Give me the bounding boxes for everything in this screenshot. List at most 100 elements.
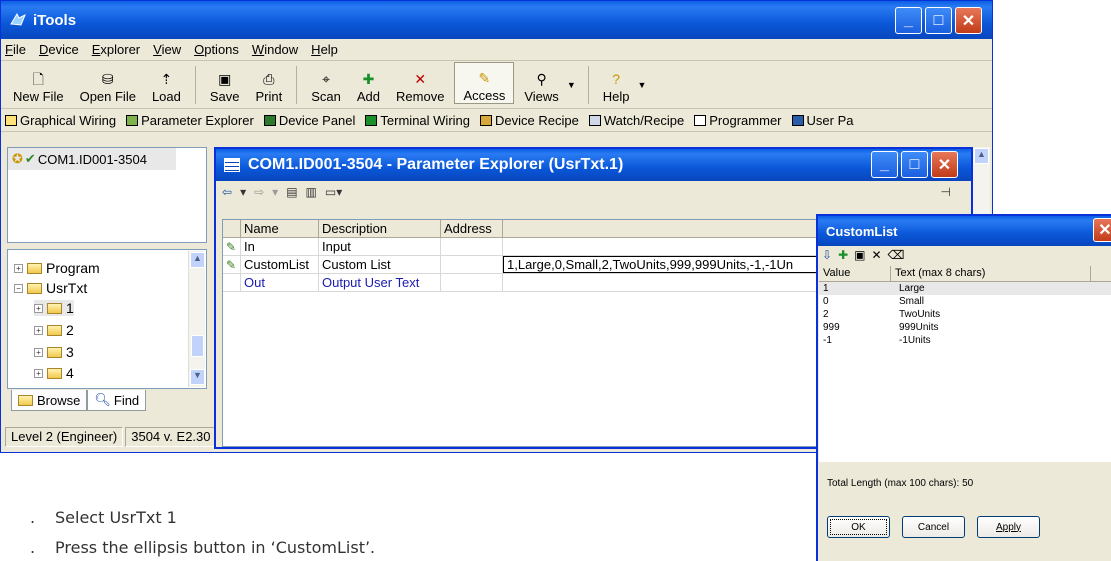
param-description: Input bbox=[319, 238, 441, 256]
help-button[interactable]: ? Help bbox=[595, 62, 638, 104]
tab-find-label: Find bbox=[113, 392, 140, 408]
menu-view[interactable]: View bbox=[153, 42, 181, 57]
list-item[interactable]: -1 -1Units bbox=[819, 334, 1111, 347]
list-item[interactable]: 1 Large bbox=[819, 282, 1111, 295]
expand-icon[interactable]: + bbox=[14, 263, 23, 273]
list-item-text: Small bbox=[899, 296, 925, 307]
column-name[interactable]: Name bbox=[241, 220, 319, 238]
column-value[interactable]: Value bbox=[819, 266, 891, 281]
expand-icon[interactable]: + bbox=[34, 325, 43, 335]
list-item[interactable]: 2 TwoUnits bbox=[819, 308, 1111, 321]
up-folder-icon[interactable]: ▤ bbox=[286, 185, 297, 199]
param-description: Output User Text bbox=[319, 274, 441, 292]
minimize-button[interactable]: _ bbox=[895, 7, 922, 34]
parameter-explorer-icon bbox=[126, 114, 139, 126]
menu-help[interactable]: Help bbox=[311, 42, 338, 57]
pin-icon[interactable]: ⊣ bbox=[941, 185, 951, 199]
menu-options[interactable]: Options bbox=[194, 42, 239, 57]
terminal-wiring-button[interactable]: Terminal Wiring bbox=[365, 113, 470, 128]
access-button[interactable]: ✎ Access bbox=[454, 62, 515, 104]
menu-explorer[interactable]: Explorer bbox=[92, 42, 140, 57]
insert-row-icon[interactable]: ⇩ bbox=[822, 248, 832, 262]
edit-row-icon[interactable]: ▣ bbox=[854, 248, 865, 262]
tree-item-program[interactable]: + Program bbox=[14, 260, 100, 276]
tree-item-usrtxt-1[interactable]: +1 bbox=[34, 300, 74, 316]
back-dropdown-icon[interactable]: ▾ bbox=[240, 185, 246, 199]
param-address bbox=[441, 256, 503, 274]
programmer-button[interactable]: Programmer bbox=[694, 113, 782, 128]
device-panel-button[interactable]: Device Panel bbox=[263, 113, 355, 128]
scan-button[interactable]: ⌖ Scan bbox=[303, 62, 349, 104]
tab-browse[interactable]: Browse bbox=[11, 390, 88, 411]
customlist-close-button[interactable]: ✕ bbox=[1093, 218, 1111, 242]
add-row-icon[interactable]: ✚ bbox=[838, 248, 848, 262]
back-icon[interactable]: ⇦ bbox=[222, 185, 232, 199]
customlist-title-bar[interactable]: CustomList bbox=[818, 216, 1111, 246]
tree-item-usrtxt-4[interactable]: +4 bbox=[34, 365, 74, 381]
graphical-wiring-button[interactable]: Graphical Wiring bbox=[5, 113, 116, 128]
param-explorer-title-bar[interactable]: COM1.ID001-3504 - Parameter Explorer (Us… bbox=[216, 149, 971, 181]
maximize-button[interactable]: □ bbox=[925, 7, 952, 34]
menu-device[interactable]: Device bbox=[39, 42, 79, 57]
load-button[interactable]: ⇡ Load bbox=[144, 62, 189, 104]
param-minimize-button[interactable]: _ bbox=[871, 151, 898, 178]
open-file-label: Open File bbox=[79, 89, 136, 104]
list-item[interactable]: 0 Small bbox=[819, 295, 1111, 308]
forward-dropdown-icon[interactable]: ▾ bbox=[272, 185, 278, 199]
device-recipe-button[interactable]: Device Recipe bbox=[480, 113, 579, 128]
scroll-up-icon[interactable]: ▲ bbox=[190, 252, 205, 268]
programmer-icon bbox=[694, 114, 707, 126]
views-button[interactable]: ⚲ Views bbox=[516, 62, 566, 104]
close-button[interactable]: ✕ bbox=[955, 7, 982, 34]
expand-icon[interactable]: + bbox=[34, 303, 43, 313]
column-text[interactable]: Text (max 8 chars) bbox=[891, 266, 1091, 281]
parameter-explorer-button[interactable]: Parameter Explorer bbox=[126, 113, 254, 128]
delete-row-icon[interactable]: ✕ bbox=[871, 248, 881, 262]
menu-window[interactable]: Window bbox=[252, 42, 298, 57]
tab-find[interactable]: 🔍︎ Find bbox=[87, 390, 147, 411]
folder-dropdown-icon[interactable]: ▭▾ bbox=[325, 185, 342, 199]
views-icon: ⚲ bbox=[536, 71, 547, 87]
tree-item-usrtxt-2[interactable]: +2 bbox=[34, 322, 74, 338]
add-button[interactable]: ✚ Add bbox=[349, 62, 388, 104]
column-address[interactable]: Address bbox=[441, 220, 503, 238]
help-icon: ? bbox=[612, 71, 620, 87]
folder-icon bbox=[47, 324, 62, 336]
expand-icon[interactable]: + bbox=[34, 347, 43, 357]
menu-file[interactable]: File bbox=[5, 42, 26, 57]
user-page-button[interactable]: User Pa bbox=[791, 113, 853, 128]
folder-view-icon[interactable]: ▥ bbox=[306, 185, 317, 199]
param-maximize-button[interactable]: □ bbox=[901, 151, 928, 178]
tree-item-usrtxt[interactable]: − UsrTxt bbox=[14, 280, 87, 296]
scroll-thumb[interactable] bbox=[191, 335, 204, 357]
scroll-down-icon[interactable]: ▼ bbox=[190, 369, 205, 385]
open-file-button[interactable]: ⛁ Open File bbox=[72, 62, 144, 104]
title-bar[interactable]: iTools bbox=[1, 1, 992, 39]
views-dropdown-icon[interactable]: ▼ bbox=[567, 80, 576, 90]
clear-icon[interactable]: ⌫ bbox=[888, 248, 905, 262]
ok-button[interactable]: OK bbox=[827, 516, 890, 538]
tree-scrollbar[interactable]: ▲ ▼ bbox=[188, 251, 205, 387]
column-description[interactable]: Description bbox=[319, 220, 441, 238]
forward-icon[interactable]: ⇨ bbox=[254, 185, 264, 199]
tree-item-usrtxt-3[interactable]: +3 bbox=[34, 344, 74, 360]
main-scroll-up-icon[interactable]: ▲ bbox=[974, 148, 989, 164]
param-close-button[interactable]: ✕ bbox=[931, 151, 958, 178]
apply-button[interactable]: Apply bbox=[977, 516, 1040, 538]
toolbar-separator bbox=[194, 66, 196, 104]
customlist-title: CustomList bbox=[826, 223, 898, 239]
expand-icon[interactable]: + bbox=[34, 368, 43, 378]
collapse-icon[interactable]: − bbox=[14, 283, 23, 293]
save-button[interactable]: ▣ Save bbox=[202, 62, 248, 104]
cancel-button[interactable]: Cancel bbox=[902, 516, 965, 538]
device-item[interactable]: ✪ ✔ COM1.ID001-3504 bbox=[8, 148, 176, 170]
help-dropdown-icon[interactable]: ▼ bbox=[637, 80, 646, 90]
print-button[interactable]: ⎙ Print bbox=[248, 62, 291, 104]
watch-recipe-button[interactable]: Watch/Recipe bbox=[588, 113, 684, 128]
remove-button[interactable]: ✕ Remove bbox=[388, 62, 452, 104]
new-file-button[interactable]: 🗋 New File bbox=[5, 62, 72, 104]
list-item[interactable]: 999 999Units bbox=[819, 321, 1111, 334]
add-label: Add bbox=[356, 89, 381, 104]
print-label: Print bbox=[255, 89, 283, 104]
load-label: Load bbox=[151, 89, 181, 104]
